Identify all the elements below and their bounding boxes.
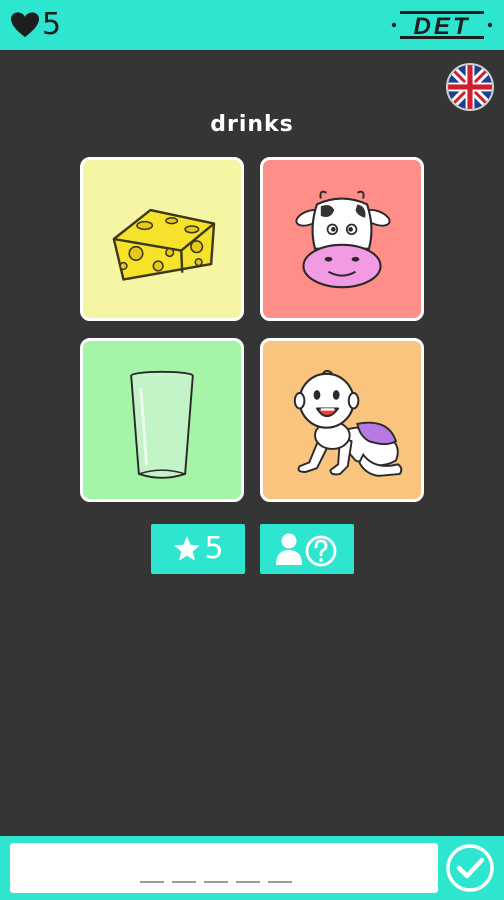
answer-slot [236,881,260,883]
cow-icon [295,190,391,289]
ask-friend-button[interactable] [260,524,354,574]
puzzle-category: drinks [210,112,294,137]
logo-text: DET [414,13,471,40]
check-icon [456,857,485,879]
det-logo: DET [391,11,493,40]
top-bar: 5 DET [0,0,504,50]
answer-slot [140,881,164,883]
picture-card-baby[interactable] [260,338,424,502]
hint-button[interactable]: 5 [151,524,245,574]
glass-icon [130,370,194,479]
answer-slot [268,881,292,883]
lives-count: 5 [42,7,62,42]
submit-button[interactable] [445,843,495,893]
answer-slot [204,881,228,883]
picture-card-cheese[interactable] [80,157,244,321]
star-icon [174,536,201,561]
baby-icon [293,369,403,477]
cheese-icon [112,208,216,281]
ask-friend-icon [276,533,337,567]
answer-slot [172,881,196,883]
picture-card-cow[interactable] [260,157,424,321]
heart-icon [11,12,39,38]
picture-card-glass[interactable] [80,338,244,502]
answer-slots [140,881,292,883]
uk-flag-icon [448,65,492,109]
lives-counter: 5 [10,6,61,44]
hint-count: 5 [204,531,224,566]
answer-input[interactable] [10,843,438,893]
language-flag-button[interactable] [446,63,494,111]
